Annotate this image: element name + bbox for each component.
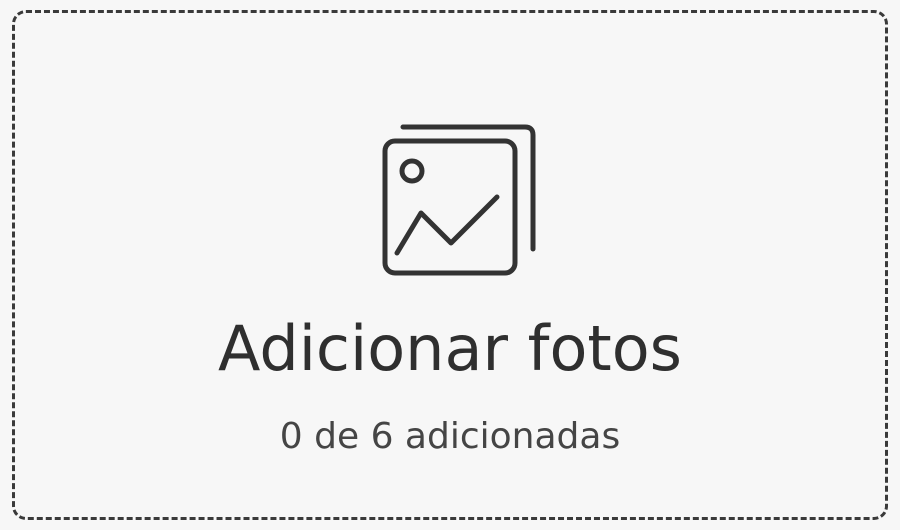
add-photos-title: Adicionar fotos	[218, 312, 682, 385]
photo-gallery-icon	[382, 124, 536, 276]
photo-count-label: 0 de 6 adicionadas	[279, 416, 621, 457]
add-photos-dropzone[interactable]: Adicionar fotos 0 de 6 adicionadas	[12, 10, 888, 520]
